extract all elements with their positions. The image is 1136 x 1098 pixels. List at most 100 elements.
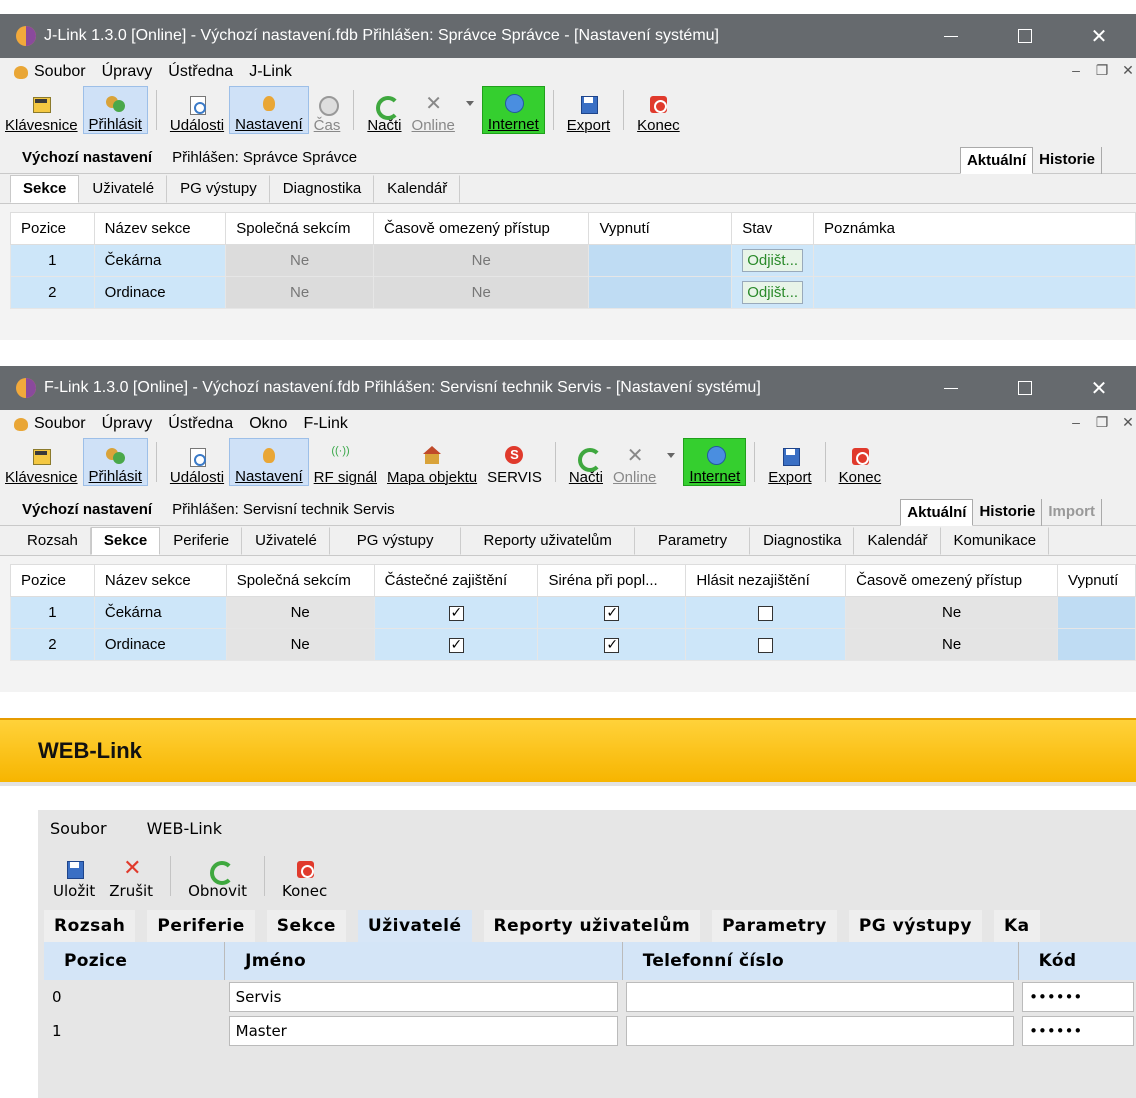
menu-ustredna[interactable]: Ústředna bbox=[168, 63, 233, 81]
siren-checkbox[interactable] bbox=[604, 604, 620, 621]
column-header[interactable]: Vypnutí bbox=[1057, 564, 1136, 597]
login-button[interactable]: Přihlásit bbox=[82, 86, 148, 134]
tab-periferie[interactable]: Periferie bbox=[147, 910, 255, 942]
settings-button[interactable]: Nastavení bbox=[229, 86, 309, 134]
login-button[interactable]: Přihlásit bbox=[82, 438, 148, 486]
time-button[interactable]: Čas bbox=[309, 86, 346, 134]
column-header[interactable]: Jméno bbox=[224, 942, 623, 980]
events-button[interactable]: Události bbox=[165, 86, 229, 134]
report-unarmed-checkbox[interactable] bbox=[758, 637, 774, 653]
partial-arm-cell[interactable] bbox=[373, 628, 539, 661]
servis-button[interactable]: SERVIS bbox=[482, 438, 547, 486]
column-header[interactable]: Siréna při popl... bbox=[537, 564, 687, 597]
column-header[interactable]: Poznámka bbox=[813, 212, 1136, 245]
tab-periferie[interactable]: Periferie bbox=[160, 527, 243, 555]
column-header[interactable]: Časově omezený přístup bbox=[845, 564, 1058, 597]
mdi-close-button[interactable]: ✕ bbox=[1120, 62, 1136, 79]
name-field[interactable]: Master bbox=[228, 1016, 619, 1046]
export-button[interactable]: Export bbox=[562, 86, 615, 134]
status-button[interactable]: Odjišt... bbox=[742, 249, 804, 272]
tab-uzivatele[interactable]: Uživatelé bbox=[357, 910, 472, 942]
menu-ustredna[interactable]: Ústředna bbox=[168, 415, 233, 433]
view-tab-history[interactable]: Historie bbox=[973, 499, 1043, 526]
quit-button[interactable]: Konec bbox=[277, 852, 332, 900]
object-map-button[interactable]: Mapa objektu bbox=[382, 438, 482, 486]
siren-cell[interactable] bbox=[537, 628, 687, 661]
tab-pg-vystupy[interactable]: PG výstupy bbox=[167, 175, 270, 203]
partial-arm-checkbox[interactable] bbox=[448, 636, 464, 653]
code-field[interactable]: •••••• bbox=[1022, 982, 1134, 1012]
status-cell[interactable]: Odjišt... bbox=[731, 244, 815, 277]
minimize-button[interactable] bbox=[914, 14, 988, 58]
report-unarmed-cell[interactable] bbox=[685, 628, 847, 661]
status-cell[interactable]: Odjišt... bbox=[731, 276, 815, 309]
section-name-cell[interactable]: Ordinace bbox=[93, 276, 227, 309]
table-row[interactable]: 1 Čekárna Ne Ne Odjišt... bbox=[10, 244, 1136, 277]
settings-button[interactable]: Nastavení bbox=[229, 438, 309, 486]
shared-cell[interactable]: Ne bbox=[225, 276, 374, 309]
report-unarmed-cell[interactable] bbox=[685, 596, 847, 629]
quit-button[interactable]: Konec bbox=[834, 438, 887, 486]
tab-pg-vystupy[interactable]: PG výstupy bbox=[848, 910, 982, 942]
refresh-button[interactable]: Obnovit bbox=[183, 852, 252, 900]
tab-pg-vystupy[interactable]: PG výstupy bbox=[330, 527, 461, 555]
column-header[interactable]: Časově omezený přístup bbox=[372, 212, 590, 245]
table-row[interactable]: 1 Čekárna Ne Ne bbox=[10, 596, 1136, 629]
tab-komunikace[interactable]: Komunikace bbox=[941, 527, 1050, 555]
name-cell[interactable]: Servis bbox=[225, 980, 623, 1014]
view-tab-current[interactable]: Aktuální bbox=[959, 147, 1034, 174]
cancel-button[interactable]: Zrušit bbox=[104, 852, 158, 900]
disable-cell[interactable] bbox=[1057, 596, 1136, 629]
timed-access-cell[interactable]: Ne bbox=[845, 596, 1058, 629]
column-header[interactable]: Název sekce bbox=[93, 564, 227, 597]
tab-uzivatele[interactable]: Uživatelé bbox=[79, 175, 168, 203]
menu-jlink[interactable]: J-Link bbox=[249, 63, 292, 81]
phone-cell[interactable] bbox=[622, 980, 1018, 1014]
code-field[interactable]: •••••• bbox=[1022, 1016, 1134, 1046]
section-name-cell[interactable]: Čekárna bbox=[93, 244, 227, 277]
code-cell[interactable]: •••••• bbox=[1018, 980, 1136, 1014]
tab-sekce[interactable]: Sekce bbox=[90, 527, 161, 555]
tab-diagnostika[interactable]: Diagnostika bbox=[270, 175, 375, 203]
menu-upravy[interactable]: Úpravy bbox=[102, 63, 153, 81]
rf-signal-button[interactable]: RF signál bbox=[309, 438, 382, 486]
keyboard-button[interactable]: Klávesnice bbox=[0, 438, 83, 486]
report-unarmed-checkbox[interactable] bbox=[758, 605, 774, 621]
mdi-minimize-button[interactable]: – bbox=[1068, 414, 1084, 431]
tab-kalendar[interactable]: Kalendář bbox=[854, 527, 941, 555]
timed-access-cell[interactable]: Ne bbox=[372, 244, 590, 277]
phone-field[interactable] bbox=[626, 1016, 1015, 1046]
mdi-restore-button[interactable]: ❐ bbox=[1094, 414, 1110, 431]
column-header[interactable]: Společná sekcím bbox=[225, 564, 375, 597]
internet-button[interactable]: Internet bbox=[683, 438, 747, 486]
phone-field[interactable] bbox=[626, 982, 1015, 1012]
timed-access-cell[interactable]: Ne bbox=[845, 628, 1058, 661]
mdi-minimize-button[interactable]: – bbox=[1068, 62, 1084, 79]
keyboard-button[interactable]: Klávesnice bbox=[0, 86, 83, 134]
tab-reporty[interactable]: Reporty uživatelům bbox=[461, 527, 635, 555]
menu-flink[interactable]: F-Link bbox=[303, 415, 347, 433]
disable-cell[interactable] bbox=[588, 276, 733, 309]
tab-uzivatele[interactable]: Uživatelé bbox=[242, 527, 330, 555]
tab-sekce[interactable]: Sekce bbox=[266, 910, 346, 942]
column-header[interactable]: Společná sekcím bbox=[225, 212, 374, 245]
section-name-cell[interactable]: Ordinace bbox=[93, 628, 227, 661]
column-header[interactable]: Pozice bbox=[44, 942, 226, 980]
timed-access-cell[interactable]: Ne bbox=[372, 276, 590, 309]
tab-diagnostika[interactable]: Diagnostika bbox=[750, 527, 855, 555]
column-header[interactable]: Pozice bbox=[10, 564, 95, 597]
online-button[interactable]: Online bbox=[608, 438, 661, 486]
column-header[interactable]: Stav bbox=[731, 212, 815, 245]
mdi-close-button[interactable]: ✕ bbox=[1120, 414, 1136, 431]
menu-weblink[interactable]: WEB-Link bbox=[147, 819, 222, 838]
disable-cell[interactable] bbox=[588, 244, 733, 277]
internet-button[interactable]: Internet bbox=[481, 86, 545, 134]
view-tab-import[interactable]: Import bbox=[1042, 499, 1102, 526]
menu-upravy[interactable]: Úpravy bbox=[102, 415, 153, 433]
minimize-button[interactable] bbox=[914, 366, 988, 410]
tab-rozsah[interactable]: Rozsah bbox=[44, 910, 136, 942]
load-button[interactable]: Načti bbox=[362, 86, 406, 134]
menu-soubor[interactable]: Soubor bbox=[34, 415, 86, 433]
shared-cell[interactable]: Ne bbox=[225, 244, 374, 277]
tab-rozsah[interactable]: Rozsah bbox=[14, 527, 91, 555]
